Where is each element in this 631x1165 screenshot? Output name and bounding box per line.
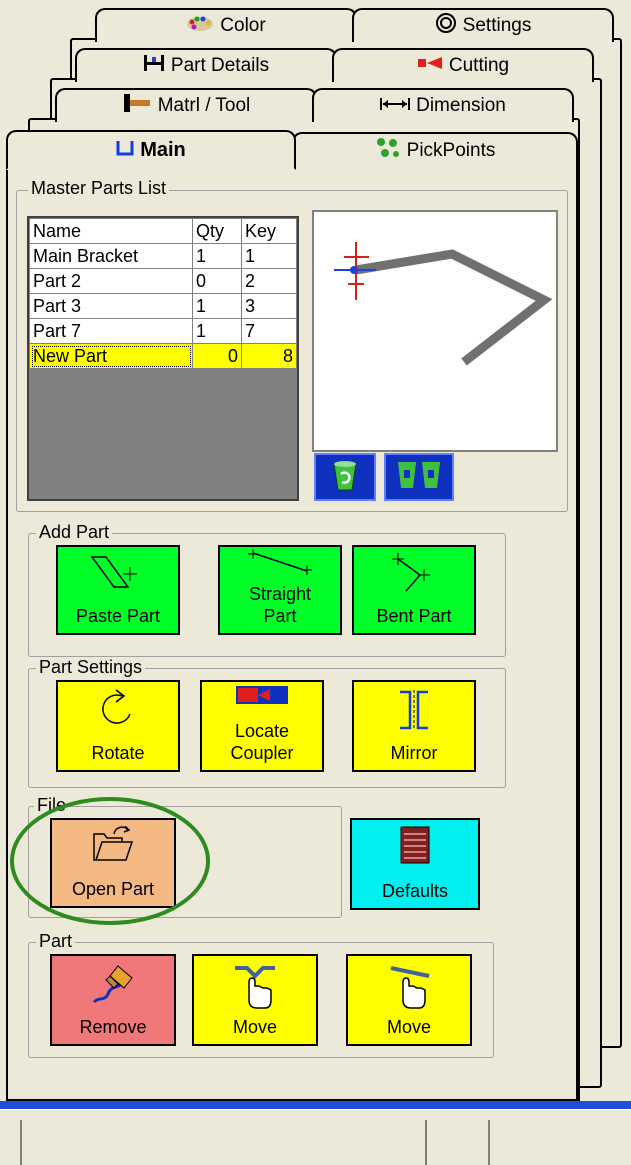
recycle-button[interactable] [314,453,376,501]
paste-part-label: Paste Part [75,606,161,626]
locate-coupler-button[interactable]: Locate Coupler [200,680,324,772]
cell-name[interactable]: Main Bracket [29,243,193,269]
bottom-divider-2 [425,1120,427,1165]
tab-dimension-label: Dimension [416,95,506,116]
table-row[interactable]: Part 3 1 3 [29,293,297,319]
bottom-divider-1 [20,1120,22,1165]
rotate-button[interactable]: Rotate [56,680,180,772]
tab-settings[interactable]: Settings [352,8,614,42]
dimension-arrows-icon [380,95,411,117]
recycle-bin-icon [328,458,362,497]
cell-key[interactable]: 3 [241,293,297,319]
settings-dial-icon [435,12,457,40]
copy-bins-icon [394,458,444,497]
rotate-icon [102,689,131,724]
bent-part-drawing [334,242,553,366]
move-label-1: Move [232,1017,277,1037]
bent-part-icon [392,553,430,592]
paste-part-icon [90,556,137,588]
cell-qty[interactable]: 0 [192,343,242,369]
table-row[interactable]: Part 2 0 2 [29,268,297,294]
part-label: Part [36,931,76,951]
bottom-divider-3 [488,1120,490,1165]
main-tab-icon [116,139,134,162]
straight-part-button[interactable]: Straight Part [218,545,342,635]
tab-matrl-tool-label: Matrl / Tool [157,95,251,116]
defaults-button[interactable]: Defaults [350,818,480,910]
cell-qty[interactable]: 1 [192,293,242,319]
eraser-remove-icon [92,965,133,1004]
cell-qty[interactable]: 1 [192,243,242,269]
table-header-row: Name Qty Key [29,218,297,244]
table-row[interactable]: Main Bracket 1 1 [29,243,297,269]
remove-button[interactable]: Remove [50,954,176,1046]
tab-cutting[interactable]: Cutting [332,48,594,82]
tab-color[interactable]: Color [95,8,357,42]
part-details-icon [143,53,165,79]
tab-cutting-label: Cutting [448,55,510,76]
cell-qty[interactable]: 0 [192,268,242,294]
tab-dimension[interactable]: Dimension [312,88,574,122]
mirror-label: Mirror [390,743,438,763]
table-row-selected[interactable]: New Part 0 8 [29,343,297,369]
locate-coupler-label-line1: Locate [234,721,290,741]
table-row[interactable]: Part 7 1 7 [29,318,297,344]
open-part-highlight-ring [10,797,210,925]
tab-color-label: Color [220,15,266,36]
remove-label: Remove [79,1017,147,1037]
paste-part-button[interactable]: Paste Part [56,545,180,635]
cell-name[interactable]: Part 3 [29,293,193,319]
tab-pickpoints-label: PickPoints [406,140,496,161]
straight-part-icon [248,549,312,575]
part-settings-label: Part Settings [36,657,146,677]
palette-icon [186,14,214,38]
mirror-icon [400,690,428,730]
locate-coupler-icon [236,686,288,704]
straight-part-label-line1: Straight [248,584,312,604]
move-button-2[interactable]: Move [346,954,472,1046]
cell-qty[interactable]: 1 [192,318,242,344]
parts-list-table[interactable]: Name Qty Key Main Bracket 1 1 Part 2 0 2… [27,216,299,501]
defaults-list-icon [400,826,430,864]
add-part-label: Add Part [36,522,113,542]
bent-part-label: Bent Part [376,606,452,626]
cell-name[interactable]: Part 7 [29,318,193,344]
tab-main[interactable]: Main [6,130,296,170]
column-header-name[interactable]: Name [29,218,193,244]
part-preview [312,210,558,452]
rotate-label: Rotate [91,743,145,763]
material-tool-icon [122,93,152,119]
move-button-1[interactable]: Move [192,954,318,1046]
status-bar [0,1101,631,1109]
cell-name[interactable]: New Part [29,343,193,369]
pickpoints-icon [375,137,401,165]
cell-name[interactable]: Part 2 [29,268,193,294]
cell-key[interactable]: 7 [241,318,297,344]
mirror-button[interactable]: Mirror [352,680,476,772]
move-label-2: Move [386,1017,431,1037]
bent-part-button[interactable]: Bent Part [352,545,476,635]
cell-key[interactable]: 2 [241,268,297,294]
cutting-icon [417,55,443,77]
cell-key[interactable]: 8 [241,343,297,369]
cell-key[interactable]: 1 [241,243,297,269]
hand-move-icon [235,966,275,1009]
bottom-frame [0,1109,631,1165]
tab-pickpoints[interactable]: PickPoints [292,132,578,168]
defaults-label: Defaults [381,881,449,901]
hand-move-line-icon [390,966,430,1009]
tab-part-details[interactable]: Part Details [75,48,337,82]
master-parts-list-label: Master Parts List [28,178,170,198]
column-header-key[interactable]: Key [241,218,297,244]
locate-coupler-label-line2: Coupler [230,743,294,763]
tab-main-label: Main [140,138,186,161]
tab-part-details-label: Part Details [170,55,270,76]
copy-part-button[interactable] [384,453,454,501]
column-header-qty[interactable]: Qty [192,218,242,244]
tab-settings-label: Settings [462,15,532,36]
straight-part-label-line2: Part [263,606,297,626]
tab-matrl-tool[interactable]: Matrl / Tool [55,88,317,122]
